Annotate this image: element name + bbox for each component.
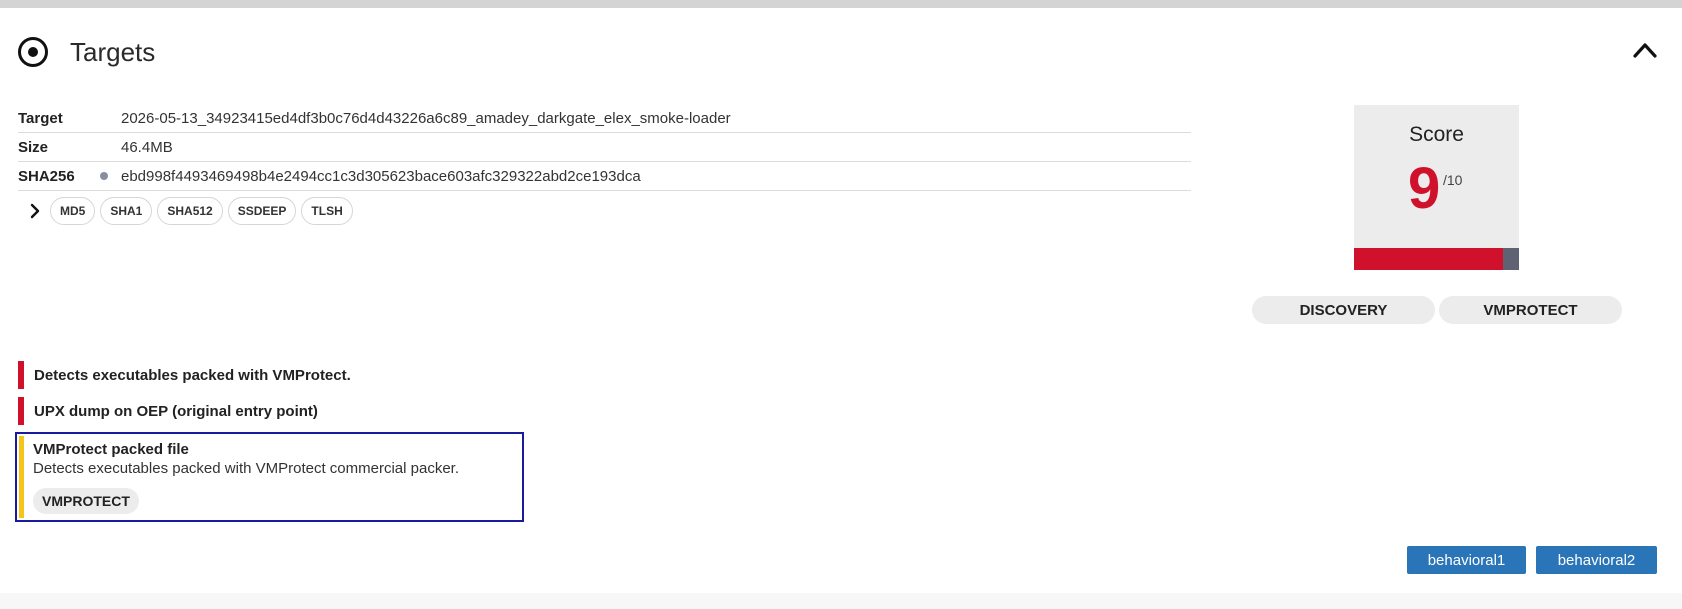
score-bar-fill <box>1354 248 1503 270</box>
sha256-label: SHA256 <box>18 167 75 185</box>
signature-description: Detects executables packed with VMProtec… <box>33 460 460 477</box>
sha1-button[interactable]: SHA1 <box>100 197 153 225</box>
target-icon <box>18 37 48 67</box>
score-label: Score <box>1409 123 1464 146</box>
target-info-table: Target 2026-05-13_34923415ed4df3b0c76d4d… <box>18 104 1191 225</box>
chevron-right-icon[interactable] <box>20 198 50 224</box>
signature-tag[interactable]: VMPROTECT <box>33 488 139 514</box>
size-label: Size <box>18 138 49 156</box>
section-header: Targets <box>18 30 155 74</box>
top-divider <box>0 0 1682 8</box>
signature-title: Detects executables packed with VMProtec… <box>34 366 351 384</box>
signature-title: VMProtect packed file <box>33 441 189 458</box>
signature-item[interactable]: Detects executables packed with VMProtec… <box>18 361 351 389</box>
tag-discovery[interactable]: DISCOVERY <box>1252 296 1435 324</box>
target-value: 2026-05-13_34923415ed4df3b0c76d4d43226a6… <box>121 109 731 127</box>
section-title: Targets <box>70 36 156 67</box>
ssdeep-button[interactable]: SSDEEP <box>227 197 297 225</box>
target-row: Target 2026-05-13_34923415ed4df3b0c76d4d… <box>18 104 1191 133</box>
chevron-up-icon[interactable] <box>1632 40 1658 60</box>
target-label: Target <box>18 109 63 127</box>
tlsh-button[interactable]: TLSH <box>301 197 353 225</box>
sha256-row: SHA256 ebd998f4493469498b4e2494cc1c3d305… <box>18 162 1191 191</box>
tag-vmprotect[interactable]: VMPROTECT <box>1439 296 1622 324</box>
signature-item[interactable]: UPX dump on OEP (original entry point) <box>18 397 318 425</box>
tag-list: DISCOVERY VMPROTECT <box>1252 296 1626 324</box>
signature-title: UPX dump on OEP (original entry point) <box>34 402 318 420</box>
sha256-value: ebd998f4493469498b4e2494cc1c3d305623bace… <box>121 167 641 185</box>
size-row: Size 46.4MB <box>18 133 1191 162</box>
behavioral1-button[interactable]: behavioral1 <box>1407 546 1526 574</box>
score-value: 9 <box>1408 156 1441 221</box>
score-max: /10 <box>1443 172 1463 188</box>
severity-stripe <box>19 436 24 518</box>
bullet-icon <box>100 172 108 180</box>
behavioral2-button[interactable]: behavioral2 <box>1536 546 1657 574</box>
signature-item-selected[interactable]: VMProtect packed file Detects executable… <box>15 432 524 522</box>
md5-button[interactable]: MD5 <box>50 197 96 225</box>
hash-toolbar: MD5 SHA1 SHA512 SSDEEP TLSH <box>18 197 1191 225</box>
sha512-button[interactable]: SHA512 <box>157 197 223 225</box>
score-bar <box>1354 248 1519 270</box>
size-value: 46.4MB <box>121 138 173 156</box>
score-card: Score 9 /10 <box>1354 105 1519 270</box>
